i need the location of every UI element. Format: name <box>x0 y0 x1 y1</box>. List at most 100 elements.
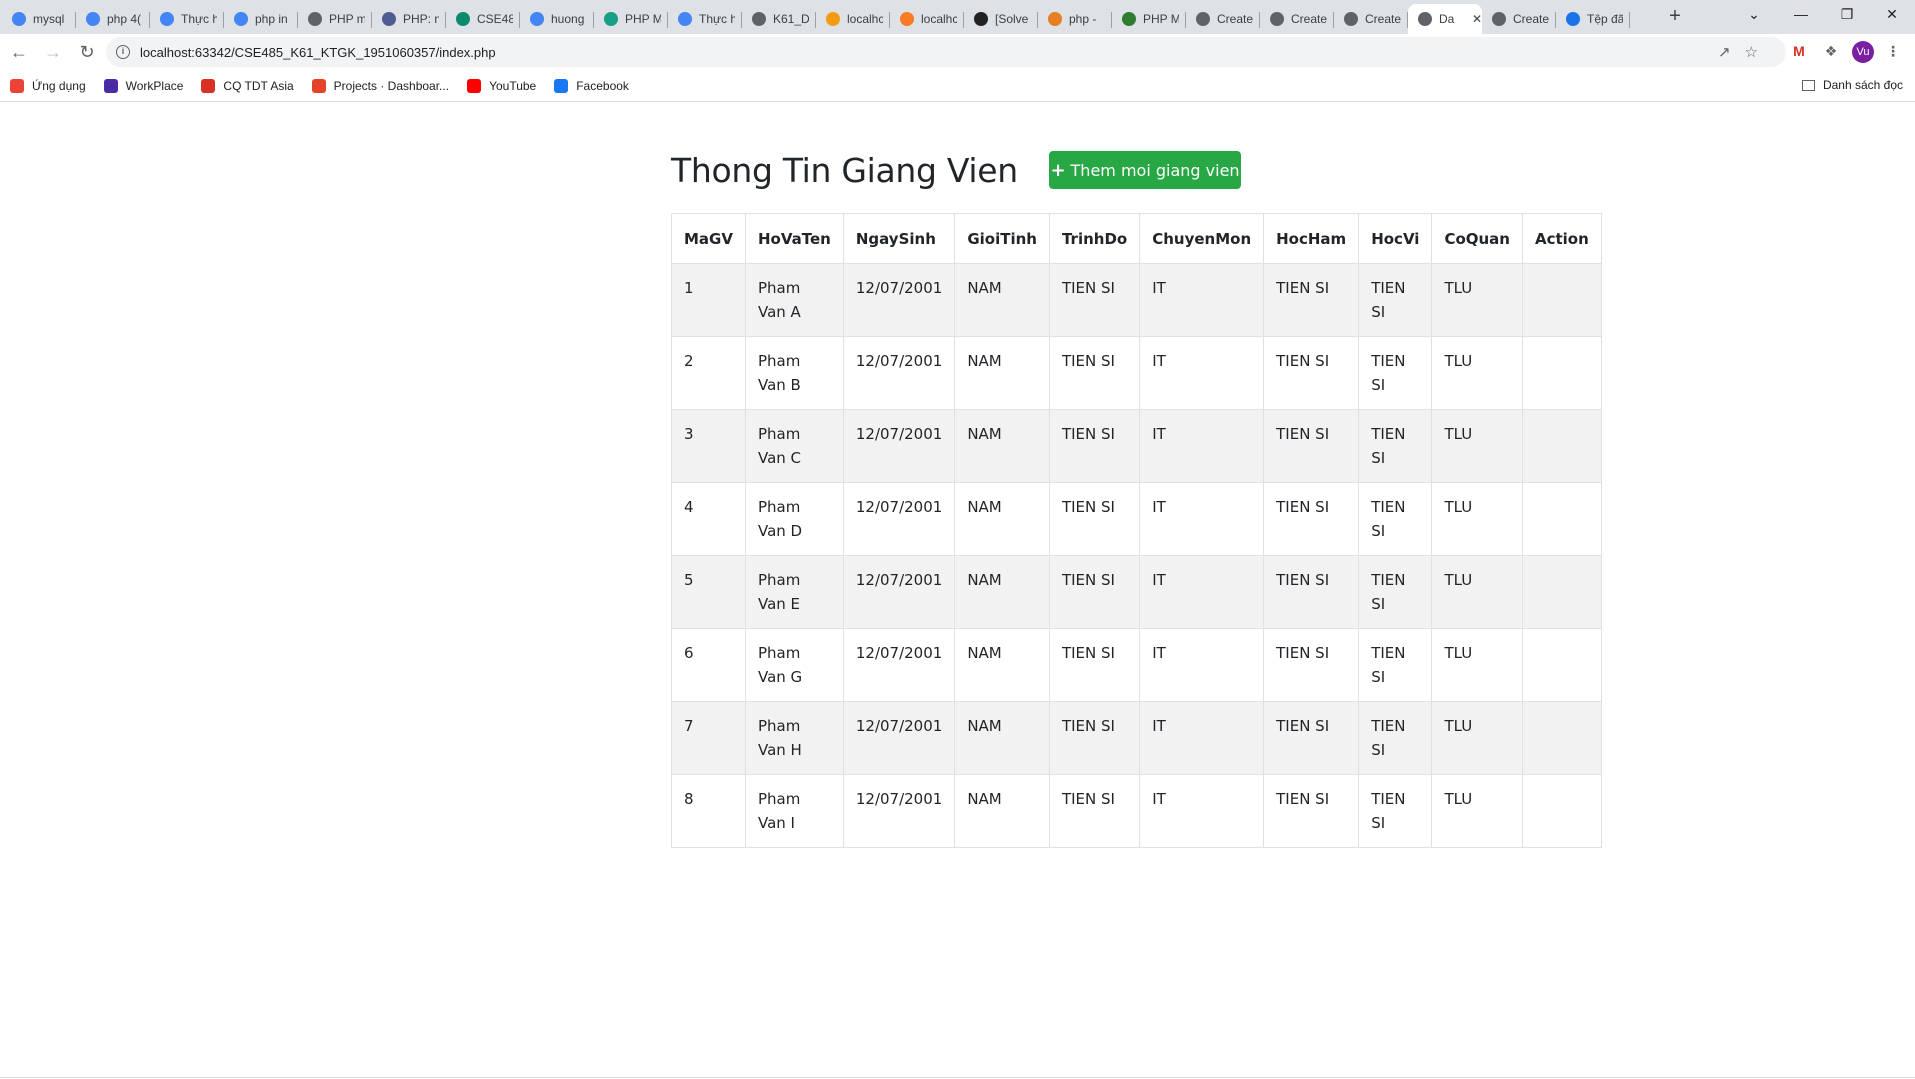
plus-icon: + <box>1050 159 1066 181</box>
cell-gioitinh: NAM <box>954 336 1050 410</box>
cell-action[interactable] <box>1521 336 1602 410</box>
reload-icon[interactable]: ↻ <box>72 37 102 67</box>
reading-list-button[interactable]: Danh sách đọc <box>1801 78 1903 92</box>
browser-tab[interactable]: PHP M <box>1112 4 1186 34</box>
cell-hocvi: TIEN SI <box>1358 409 1433 483</box>
minimize-button[interactable]: — <box>1778 0 1824 30</box>
browser-tab[interactable]: huong <box>520 4 594 34</box>
browser-tab-label: CSE48 <box>477 12 513 26</box>
bookmark-item[interactable]: Projects · Dashboar... <box>311 78 449 93</box>
extension-gmail-icon[interactable]: M <box>1786 38 1812 64</box>
tab-search-chevron-icon[interactable]: ⌄ <box>1731 0 1777 30</box>
heading-row: Thong Tin Giang Vien + Them moi giang vi… <box>671 151 1271 195</box>
share-and-bookmark-star-icons[interactable]: ↗☆ <box>1718 43 1772 61</box>
table-header-row: MaGV HoVaTen NgaySinh GioiTinh TrinhDo Chuyen… <box>671 213 1602 264</box>
browser-tab[interactable]: localhc <box>890 4 964 34</box>
page-content: Thong Tin Giang Vien + Them moi giang vi… <box>0 103 1915 1079</box>
cell-chuyenmon: IT <box>1139 409 1265 483</box>
cell-hocvi: TIEN SI <box>1358 701 1433 775</box>
cell-action[interactable] <box>1521 774 1602 848</box>
translate-icon <box>160 12 174 26</box>
add-lecturer-button[interactable]: + Them moi giang vien <box>1049 151 1241 189</box>
cell-hocham: TIEN SI <box>1263 263 1360 337</box>
cell-coquan: TLU <box>1431 774 1523 848</box>
browser-tab[interactable]: Create <box>1334 4 1408 34</box>
cell-hovaten: Pham Van H <box>744 701 844 775</box>
browser-tab[interactable]: PHP m <box>298 4 372 34</box>
google-icon <box>86 12 100 26</box>
lecturer-table: MaGV HoVaTen NgaySinh GioiTinh TrinhDo Chuyen… <box>671 213 1602 848</box>
browser-tab[interactable]: Tệp đã <box>1556 4 1630 34</box>
new-tab-button[interactable]: + <box>1660 2 1690 32</box>
cell-coquan: TLU <box>1431 701 1523 775</box>
profile-avatar[interactable]: Vu <box>1852 41 1874 63</box>
table-row: 3 Pham Van C 12/07/2001 NAM TIEN SI IT TIEN SI… <box>671 409 1602 483</box>
address-bar-url[interactable]: localhost:63342/CSE485_K61_KTGK_19510603… <box>140 45 496 60</box>
browser-tab-label: Thực h <box>699 12 735 26</box>
bookmarks-bar: Ứng dụng WorkPlace CQ TDT Asia Projects · D… <box>0 70 1915 102</box>
cell-hocham: TIEN SI <box>1263 555 1360 629</box>
forward-arrow-icon[interactable]: → <box>38 37 68 67</box>
back-arrow-icon[interactable]: ← <box>4 37 34 67</box>
table-row: 6 Pham Van G 12/07/2001 NAM TIEN SI IT TIEN SI… <box>671 628 1602 702</box>
browser-tab[interactable]: Da ✕ <box>1408 4 1482 34</box>
cell-hovaten: Pham Van A <box>744 263 844 337</box>
cell-hovaten: Pham Van E <box>744 555 844 629</box>
browser-tab[interactable]: Create <box>1260 4 1334 34</box>
cell-action[interactable] <box>1521 263 1602 337</box>
bookmark-label: Ứng dụng <box>32 78 86 93</box>
browser-tab[interactable]: Thực h <box>150 4 224 34</box>
table-row: 8 Pham Van I 12/07/2001 NAM TIEN SI IT TIEN SI… <box>671 774 1602 848</box>
browser-menu-icon[interactable]: ⋮ <box>1880 38 1906 64</box>
facebook-icon <box>554 78 569 93</box>
browser-tab[interactable]: Thực h <box>668 4 742 34</box>
bookmark-item[interactable]: CQ TDT Asia <box>201 78 294 93</box>
browser-tab-label: localhc <box>847 12 883 26</box>
cell-hocham: TIEN SI <box>1263 336 1360 410</box>
browser-tab[interactable]: K61_D <box>742 4 816 34</box>
browser-tab[interactable]: mysql <box>2 4 76 34</box>
site-info-icon[interactable]: i <box>116 45 130 59</box>
cell-action[interactable] <box>1521 409 1602 483</box>
cell-chuyenmon: IT <box>1139 336 1265 410</box>
browser-tab[interactable]: Create <box>1482 4 1556 34</box>
browser-tab[interactable]: php 4( <box>76 4 150 34</box>
cell-coquan: TLU <box>1431 409 1523 483</box>
bookmark-item[interactable]: YouTube <box>467 78 536 93</box>
browser-tab[interactable]: php - <box>1038 4 1112 34</box>
cell-ngaysinh: 12/07/2001 <box>842 482 956 556</box>
browser-tab[interactable]: [Solve <box>964 4 1038 34</box>
browser-tab-label: mysql <box>33 12 65 26</box>
restore-button[interactable]: ❐ <box>1824 0 1870 30</box>
table-row: 4 Pham Van D 12/07/2001 NAM TIEN SI IT TIEN SI… <box>671 482 1602 556</box>
cell-action[interactable] <box>1521 555 1602 629</box>
column-header-magv: MaGV <box>671 213 746 264</box>
browser-tab[interactable]: PHP M <box>594 4 668 34</box>
cell-hocvi: TIEN SI <box>1358 263 1433 337</box>
bookmark-item[interactable]: WorkPlace <box>103 78 183 93</box>
cell-magv: 3 <box>671 409 746 483</box>
cell-magv: 5 <box>671 555 746 629</box>
browser-tab[interactable]: PHP: n <box>372 4 446 34</box>
browser-tab[interactable]: php in <box>224 4 298 34</box>
cell-ngaysinh: 12/07/2001 <box>842 336 956 410</box>
cell-action[interactable] <box>1521 628 1602 702</box>
cell-coquan: TLU <box>1431 263 1523 337</box>
bookmark-label: Facebook <box>576 78 629 93</box>
close-window-button[interactable]: ✕ <box>1869 0 1915 30</box>
browser-tab[interactable]: CSE48 <box>446 4 520 34</box>
table-row: 7 Pham Van H 12/07/2001 NAM TIEN SI IT TIEN SI… <box>671 701 1602 775</box>
browser-tab[interactable]: localhc <box>816 4 890 34</box>
browser-tab-label: huong <box>551 12 585 26</box>
close-tab-icon[interactable]: ✕ <box>1472 12 1482 26</box>
extensions-puzzle-icon[interactable]: ❖ <box>1818 38 1844 64</box>
browser-tab[interactable]: Create <box>1186 4 1260 34</box>
cell-action[interactable] <box>1521 482 1602 556</box>
xampp-icon <box>900 12 914 26</box>
address-bar[interactable]: i localhost:63342/CSE485_K61_KTGK_195106… <box>106 37 1786 67</box>
bookmark-item[interactable]: Facebook <box>554 78 629 93</box>
cell-action[interactable] <box>1521 701 1602 775</box>
bookmark-item[interactable]: Ứng dụng <box>10 78 86 93</box>
cell-trinhdo: TIEN SI <box>1048 774 1141 848</box>
cell-ngaysinh: 12/07/2001 <box>842 555 956 629</box>
